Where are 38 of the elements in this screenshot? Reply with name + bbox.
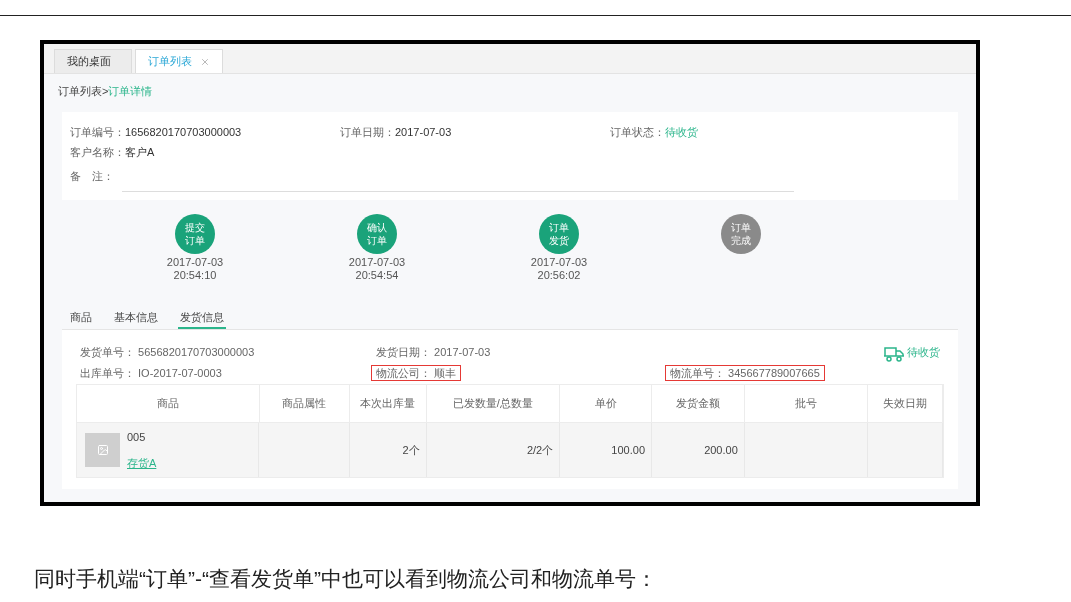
item-code: 005 bbox=[127, 429, 147, 445]
detail-tab[interactable]: 商品 bbox=[68, 308, 94, 329]
column-header: 单价 bbox=[560, 385, 653, 422]
shipment-field: 发货日期： 2017-07-03 bbox=[371, 344, 496, 361]
column-header: 商品属性 bbox=[259, 385, 351, 422]
shipment-field: 物流公司： 顺丰 bbox=[371, 365, 462, 382]
remark-label: 备 注： bbox=[70, 168, 115, 184]
column-header: 本次出库量 bbox=[350, 385, 427, 422]
caption-text: 同时手机端“订单”-“查看发货单”中也可以看到物流公司和物流单号： bbox=[34, 566, 657, 592]
table-cell: 100.00 bbox=[560, 423, 652, 477]
column-header: 商品 bbox=[77, 385, 260, 422]
column-header: 已发数量/总数量 bbox=[426, 385, 561, 422]
table-cell: 2/2个 bbox=[426, 423, 561, 477]
column-header: 批号 bbox=[744, 385, 868, 422]
step-time: 20:56:02 bbox=[537, 269, 581, 282]
step-time: 20:54:10 bbox=[173, 269, 217, 282]
table-cell: 2个 bbox=[350, 423, 427, 477]
table-cell: 200.00 bbox=[652, 423, 745, 477]
step-date: 2017-07-03 bbox=[530, 256, 588, 269]
shipment-status: 待收货 bbox=[907, 345, 940, 361]
breadcrumb-link[interactable]: 订单列表 bbox=[58, 82, 102, 100]
step-date: 2017-07-03 bbox=[348, 256, 406, 269]
detail-tab[interactable]: 基本信息 bbox=[112, 308, 160, 329]
info-field: 订单编号：1656820170703000003 bbox=[70, 123, 340, 141]
step-time: 20:54:54 bbox=[355, 269, 399, 282]
image-placeholder bbox=[85, 433, 120, 467]
column-header: 发货金额 bbox=[652, 385, 745, 422]
info-field: 订单日期：2017-07-03 bbox=[340, 123, 610, 141]
shipment-field: 物流单号： 345667789007665 bbox=[665, 365, 825, 382]
info-field: 订单状态：待收货 bbox=[610, 123, 950, 141]
info-field: 客户名称：客户A bbox=[70, 143, 340, 161]
shipment-field: 出库单号： IO-2017-07-0003 bbox=[75, 365, 227, 382]
page-tab[interactable]: 我的桌面 bbox=[54, 49, 132, 73]
close-icon[interactable] bbox=[200, 56, 210, 67]
shipment-field: 发货单号： 5656820170703000003 bbox=[75, 344, 260, 361]
step-date: 2017-07-03 bbox=[166, 256, 224, 269]
breadcrumb-separator: > bbox=[102, 83, 109, 99]
column-header: 失效日期 bbox=[867, 385, 943, 422]
